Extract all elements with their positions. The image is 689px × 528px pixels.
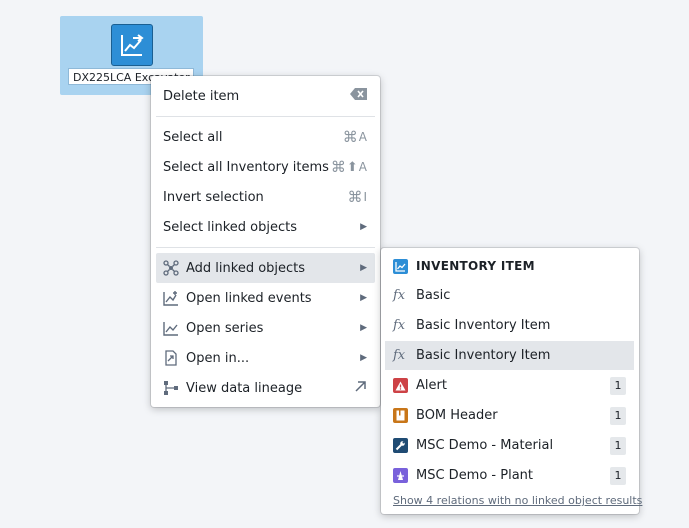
command-key-icon: ⌘: [347, 188, 363, 206]
function-label: Basic: [416, 288, 451, 303]
shortcut-key: A: [358, 160, 367, 174]
warning-icon: [393, 378, 408, 393]
count-badge: 1: [610, 436, 626, 455]
command-key-icon: ⌘: [330, 158, 346, 176]
select-all-inventory-shortcut: ⌘ ⬆ A: [331, 158, 367, 176]
view-data-lineage-menu-item[interactable]: View data lineage: [156, 373, 375, 403]
object-item-msc-demo-plant[interactable]: MSC Demo - Plant 1: [385, 461, 634, 490]
open-series-menu-item[interactable]: Open series ▶: [156, 313, 375, 343]
caret-right-icon: ▶: [360, 293, 367, 303]
open-linked-events-menu-item[interactable]: Open linked events ▶: [156, 283, 375, 313]
delete-item-menu-item[interactable]: Delete item: [156, 81, 375, 111]
line-chart-icon: [393, 258, 408, 274]
object-item-bom-header[interactable]: BOM Header 1: [385, 401, 634, 430]
count-badge: 1: [610, 376, 626, 395]
function-icon: fx: [393, 348, 406, 363]
data-lineage-icon: [163, 380, 179, 396]
select-all-menu-item[interactable]: Select all ⌘ A: [156, 122, 375, 152]
linked-objects-submenu: INVENTORY ITEM fx Basic fx Basic Invento…: [381, 248, 642, 514]
menu-divider: [156, 247, 375, 248]
open-in-menu-item[interactable]: Open in... ▶: [156, 343, 375, 373]
view-data-lineage-label: View data lineage: [186, 380, 303, 396]
caret-right-icon: ▶: [360, 222, 367, 232]
select-linked-objects-label: Select linked objects: [163, 219, 297, 235]
line-chart-arrow-icon: [111, 24, 153, 66]
function-icon: fx: [393, 318, 406, 333]
object-label: MSC Demo - Material: [416, 438, 554, 453]
object-label: BOM Header: [416, 408, 498, 423]
document-open-icon: [163, 350, 179, 366]
object-label: Alert: [416, 378, 447, 393]
shortcut-key: A: [358, 130, 367, 144]
open-in-label: Open in...: [186, 350, 250, 366]
function-label: Basic Inventory Item: [416, 348, 551, 363]
caret-right-icon: ▶: [360, 263, 367, 273]
select-all-inventory-menu-item[interactable]: Select all Inventory items ⌘ ⬆ A: [156, 152, 375, 182]
function-icon: fx: [393, 288, 406, 303]
function-item-basic[interactable]: fx Basic: [385, 281, 634, 310]
delete-item-label: Delete item: [163, 88, 240, 104]
context-menu: Delete item Select all ⌘ A Select all In…: [151, 76, 380, 407]
menu-divider: [156, 116, 375, 117]
select-all-inventory-label: Select all Inventory items: [163, 159, 329, 175]
add-linked-objects-label: Add linked objects: [186, 260, 306, 276]
object-label: MSC Demo - Plant: [416, 468, 534, 483]
caret-right-icon: ▶: [360, 353, 367, 363]
function-item-basic-inventory[interactable]: fx Basic Inventory Item: [385, 341, 634, 370]
timeline-line-chart-icon: [163, 320, 179, 336]
add-linked-objects-menu-item[interactable]: Add linked objects ▶: [156, 253, 375, 283]
command-key-icon: ⌘: [342, 128, 358, 146]
wrench-icon: [393, 438, 408, 453]
submenu-header: INVENTORY ITEM: [393, 256, 535, 276]
shift-key-icon: ⬆: [346, 159, 358, 175]
select-all-label: Select all: [163, 129, 223, 145]
plant-icon: [393, 468, 408, 483]
count-badge: 1: [610, 406, 626, 425]
graph-nodes-icon: [163, 260, 179, 276]
invert-selection-shortcut: ⌘ I: [347, 188, 367, 206]
select-linked-objects-menu-item[interactable]: Select linked objects ▶: [156, 212, 375, 242]
invert-selection-menu-item[interactable]: Invert selection ⌘ I: [156, 182, 375, 212]
arrow-top-right-icon: [354, 380, 367, 397]
shortcut-key: I: [363, 190, 367, 204]
caret-right-icon: ▶: [360, 323, 367, 333]
show-empty-relations-link[interactable]: Show 4 relations with no linked object r…: [393, 494, 642, 507]
submenu-title: INVENTORY ITEM: [416, 259, 535, 273]
select-all-shortcut: ⌘ A: [343, 128, 367, 146]
book-icon: [393, 408, 408, 423]
count-badge: 1: [610, 466, 626, 485]
function-item-basic-inventory[interactable]: fx Basic Inventory Item: [385, 311, 634, 340]
open-series-label: Open series: [186, 320, 264, 336]
open-linked-events-label: Open linked events: [186, 290, 312, 306]
object-item-alert[interactable]: Alert 1: [385, 371, 634, 400]
backspace-icon: [350, 88, 367, 104]
timeline-events-icon: [163, 290, 179, 306]
invert-selection-label: Invert selection: [163, 189, 264, 205]
function-label: Basic Inventory Item: [416, 318, 551, 333]
object-item-msc-demo-material[interactable]: MSC Demo - Material 1: [385, 431, 634, 460]
